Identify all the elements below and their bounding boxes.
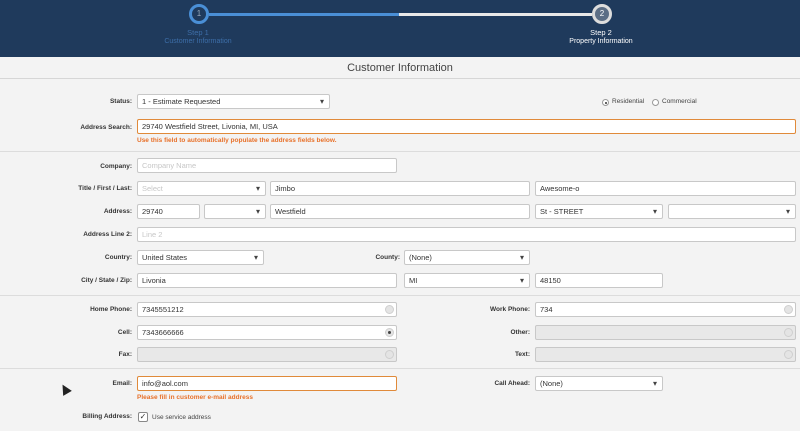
fax-primary-toggle[interactable] (385, 350, 394, 359)
status-label: Status: (109, 98, 132, 105)
title-select[interactable]: Select (137, 181, 266, 196)
address-search-label: Address Search: (80, 124, 132, 131)
home-phone-label: Home Phone: (90, 306, 132, 313)
company-input[interactable]: Company Name (137, 158, 397, 173)
text-phone-label: Text: (514, 351, 530, 358)
street-suffix-select[interactable]: St - STREET (535, 204, 663, 219)
use-service-address-checkbox[interactable]: ✓ (138, 412, 148, 422)
company-label: Company: (100, 163, 132, 170)
county-value: (None) (409, 253, 432, 262)
unit-select[interactable] (668, 204, 796, 219)
city-input[interactable]: Livonia (137, 273, 397, 288)
section-divider (0, 151, 800, 152)
cell-phone-primary-toggle[interactable] (385, 328, 394, 337)
address-line2-input[interactable]: Line 2 (137, 227, 796, 242)
other-phone-input[interactable] (535, 325, 796, 340)
name-label: Title / First / Last: (78, 185, 132, 192)
email-input[interactable]: info@aol.com (137, 376, 397, 391)
title-placeholder: Select (142, 184, 163, 193)
street-number-input[interactable]: 29740 (137, 204, 200, 219)
progress-line-pending (399, 13, 592, 16)
residential-radio[interactable] (602, 99, 609, 106)
call-ahead-select[interactable]: (None) (535, 376, 663, 391)
county-label: County: (375, 254, 400, 261)
address-search-hint: Use this field to automatically populate… (137, 137, 337, 144)
billing-address-label: Billing Address: (82, 413, 132, 420)
home-phone-input[interactable]: 7345551212 (137, 302, 397, 317)
page-title: Customer Information (347, 62, 453, 74)
home-phone-primary-toggle[interactable] (385, 305, 394, 314)
email-hint: Please fill in customer e-mail address (137, 394, 253, 401)
status-select[interactable]: 1 - Estimate Requested (137, 94, 330, 109)
direction-select[interactable] (204, 204, 266, 219)
home-phone-value: 7345551212 (142, 305, 184, 314)
step-2-label[interactable]: Step 2 Property Information (551, 28, 651, 46)
fax-input[interactable] (137, 347, 397, 362)
step-2-title: Step 2 (590, 28, 612, 37)
commercial-radio[interactable] (652, 99, 659, 106)
cell-phone-value: 7343666666 (142, 328, 184, 337)
call-ahead-label: Call Ahead: (494, 380, 530, 387)
country-select[interactable]: United States (137, 250, 264, 265)
first-name-input[interactable]: Jimbo (270, 181, 530, 196)
step-1-indicator[interactable]: 1 (189, 4, 209, 24)
call-ahead-value: (None) (540, 379, 563, 388)
cell-phone-input[interactable]: 7343666666 (137, 325, 397, 340)
commercial-label: Commercial (662, 98, 697, 105)
step-2-indicator[interactable]: 2 (592, 4, 612, 24)
street-suffix-value: St - STREET (540, 207, 584, 216)
county-select[interactable]: (None) (404, 250, 530, 265)
text-phone-primary-toggle[interactable] (784, 350, 793, 359)
step-2-subtitle: Property Information (569, 38, 633, 45)
last-name-input[interactable]: Awesome-o (535, 181, 796, 196)
section-divider (0, 295, 800, 296)
section-divider (0, 368, 800, 369)
country-label: Country: (104, 254, 132, 261)
use-service-address-label: Use service address (152, 414, 211, 421)
zip-input[interactable]: 48150 (535, 273, 663, 288)
text-phone-input[interactable] (535, 347, 796, 362)
street-name-input[interactable]: Westfield (270, 204, 530, 219)
city-state-zip-label: City / State / Zip: (81, 277, 132, 284)
form-area (0, 57, 800, 431)
residential-label: Residential (612, 98, 645, 105)
wizard-stepper: 1 2 Step 1 Customer Information Step 2 P… (0, 0, 800, 57)
work-phone-label: Work Phone: (490, 306, 530, 313)
work-phone-value: 734 (540, 305, 553, 314)
state-select[interactable]: MI (404, 273, 530, 288)
cell-label: Cell: (117, 329, 132, 336)
email-label: Email: (112, 380, 132, 387)
progress-line-complete (209, 13, 399, 16)
step-1-subtitle: Customer Information (164, 38, 232, 45)
title-divider (0, 78, 800, 79)
address-search-input[interactable]: 29740 Westfield Street, Livonia, MI, USA (137, 119, 796, 134)
other-phone-label: Other: (510, 329, 531, 336)
address-label: Address: (103, 208, 132, 215)
country-value: United States (142, 253, 188, 262)
state-value: MI (409, 276, 418, 285)
other-phone-primary-toggle[interactable] (784, 328, 793, 337)
address-line2-label: Address Line 2: (83, 231, 132, 238)
work-phone-input[interactable]: 734 (535, 302, 796, 317)
step-1-title: Step 1 (187, 28, 209, 37)
work-phone-primary-toggle[interactable] (784, 305, 793, 314)
status-value: 1 - Estimate Requested (142, 97, 221, 106)
step-1-label[interactable]: Step 1 Customer Information (148, 28, 248, 46)
fax-label: Fax: (118, 351, 132, 358)
